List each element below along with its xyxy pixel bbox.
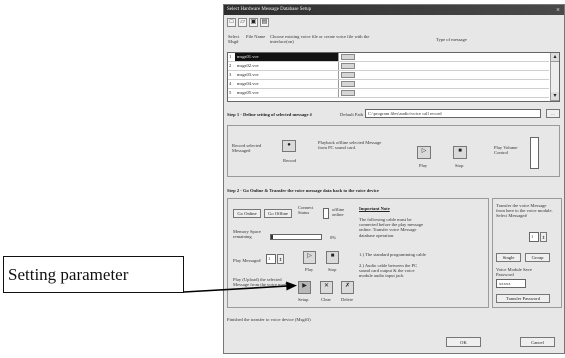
row-file-name[interactable]: msgs01.vce: [235, 53, 339, 61]
offline-online-label: offline online: [332, 207, 345, 218]
title-bar[interactable]: Select Hardware Message Database Setup ×: [224, 5, 564, 15]
memory-progress-bar: [270, 234, 322, 240]
clear-icon[interactable]: ✕: [320, 281, 333, 294]
row-file-name[interactable]: msgs04.vce: [235, 80, 339, 88]
toolbar-save-glyph: ▣: [250, 19, 257, 25]
single-button[interactable]: Single: [496, 253, 521, 262]
toolbar-save-icon[interactable]: ▣: [249, 18, 258, 27]
header-choose-voice: Choose existing voice file or create voi…: [270, 34, 370, 45]
important-note-item1: 1.) The standard programming cable: [359, 252, 426, 257]
row-file-name[interactable]: msgs05.vce: [235, 89, 339, 97]
header-file-name: File Name: [246, 34, 266, 39]
list-scrollbar[interactable]: ▴ ▾: [550, 53, 559, 101]
scroll-down-icon[interactable]: ▾: [551, 92, 559, 101]
play-message-input[interactable]: 1: [266, 254, 276, 264]
connect-status-indicator: [323, 208, 329, 219]
cancel-button[interactable]: Cancel: [520, 337, 555, 347]
transfer-message-stepper[interactable]: ⇕: [540, 232, 547, 242]
message-list[interactable]: 1 msgs01.vce 2 msgs02.vce 3 msgs03.vce 4…: [227, 52, 560, 102]
important-note-item2: 2.) Audio cable between the PC sound car…: [359, 263, 418, 279]
row-number: 1: [229, 54, 232, 59]
row-file-name[interactable]: msgs03.vce: [235, 71, 339, 79]
offline-play-label: Play: [419, 163, 428, 168]
list-item[interactable]: 4 msgs04.vce: [228, 80, 549, 89]
default-path-input[interactable]: C:\program files\audio\voice call record: [365, 109, 541, 118]
close-icon[interactable]: ×: [556, 6, 560, 14]
play-message-label: Play Message#: [233, 258, 261, 263]
row-browse-button[interactable]: [341, 63, 355, 69]
online-stop-icon[interactable]: ■: [326, 251, 339, 264]
go-offline-button[interactable]: Go Offline: [264, 209, 292, 218]
step1-label: Step 1 - Define setting of selected mess…: [227, 112, 312, 117]
row-number: 4: [229, 81, 232, 86]
row-file-name[interactable]: msgs02.vce: [235, 62, 339, 70]
memory-space-label: Memory Space remaining: [233, 229, 261, 240]
important-note-body: The following cable must be connected be…: [359, 217, 424, 238]
volume-slider[interactable]: [530, 137, 539, 169]
delete-label: Delete: [341, 297, 353, 302]
row-browse-button[interactable]: [341, 81, 355, 87]
record-button-label: Record: [283, 158, 297, 163]
save-password-label: Voice Module Save Password: [496, 267, 532, 278]
ok-button[interactable]: OK: [446, 337, 481, 347]
callout-text: Setting parameter: [8, 265, 129, 284]
list-item[interactable]: 3 msgs03.vce: [228, 71, 549, 80]
list-item[interactable]: 5 msgs05.vce: [228, 89, 549, 98]
step2-label: Step 2 - Go Online & Transfer the voice …: [227, 188, 379, 193]
volume-label: Play Volume Control: [494, 145, 518, 156]
online-play-label: Play: [305, 267, 314, 272]
list-item[interactable]: 2 msgs02.vce: [228, 62, 549, 71]
header-select-msg: Select Msg#: [228, 34, 240, 45]
online-stop-label: Stop: [328, 267, 337, 272]
default-path-label: Default Path: [340, 112, 364, 117]
play-message-stepper[interactable]: ⇕: [277, 254, 284, 264]
password-input[interactable]: xxxxx: [496, 279, 526, 288]
setup-label: Setup: [298, 297, 309, 302]
row-browse-button[interactable]: [341, 90, 355, 96]
row-number: 2: [229, 63, 232, 68]
delete-icon[interactable]: ✗: [341, 281, 354, 294]
toolbar-print-icon[interactable]: ▤: [260, 18, 269, 27]
memory-progress-fill: [271, 235, 273, 239]
row-browse-button[interactable]: [341, 54, 355, 60]
row-browse-button[interactable]: [341, 72, 355, 78]
setup-icon[interactable]: ▶: [298, 281, 311, 294]
window-title: Select Hardware Message Database Setup: [227, 7, 312, 12]
go-online-button[interactable]: Go Online: [233, 209, 261, 218]
memory-percent: 0%: [330, 235, 337, 240]
header-type-message: Type of message: [436, 37, 467, 42]
toolbar-open-icon[interactable]: ▱: [238, 18, 247, 27]
group-button[interactable]: Group: [525, 253, 550, 262]
scroll-up-icon[interactable]: ▴: [551, 53, 559, 62]
browse-path-button[interactable]: ...: [546, 109, 560, 118]
play-upload-label: Play (Upload) the selected Message from …: [233, 277, 292, 288]
row-number: 3: [229, 72, 232, 77]
record-icon[interactable]: ●: [282, 140, 296, 152]
setup-dialog: Select Hardware Message Database Setup ×…: [223, 4, 565, 354]
toolbar-new-glyph: □: [229, 19, 234, 25]
status-text: Finished the transfer to voice device (M…: [227, 317, 311, 322]
clear-label: Clear: [321, 297, 331, 302]
offline-play-icon[interactable]: ▷: [417, 146, 431, 159]
list-item[interactable]: 1 msgs01.vce: [228, 53, 549, 62]
toolbar-print-glyph: ▤: [261, 19, 268, 25]
online-play-icon[interactable]: ▷: [303, 251, 316, 264]
playback-offline-label: Playback offline selected Message from P…: [318, 140, 382, 151]
toolbar-new-icon[interactable]: □: [227, 18, 236, 27]
transfer-message-input[interactable]: 1: [529, 232, 539, 242]
offline-stop-label: Stop: [455, 163, 464, 168]
row-number: 5: [229, 90, 232, 95]
transfer-message-label: Transfer the voice Message from here to …: [496, 203, 553, 219]
connect-status-label: Connect Status: [298, 205, 314, 216]
callout-box: Setting parameter: [3, 256, 184, 293]
transfer-password-button[interactable]: Transfer Password: [496, 294, 550, 303]
offline-stop-icon[interactable]: ■: [453, 146, 467, 159]
important-note-heading: Important Note: [359, 206, 390, 211]
toolbar-open-glyph: ▱: [240, 19, 245, 25]
record-selected-label: Record selected Message#: [232, 143, 262, 154]
